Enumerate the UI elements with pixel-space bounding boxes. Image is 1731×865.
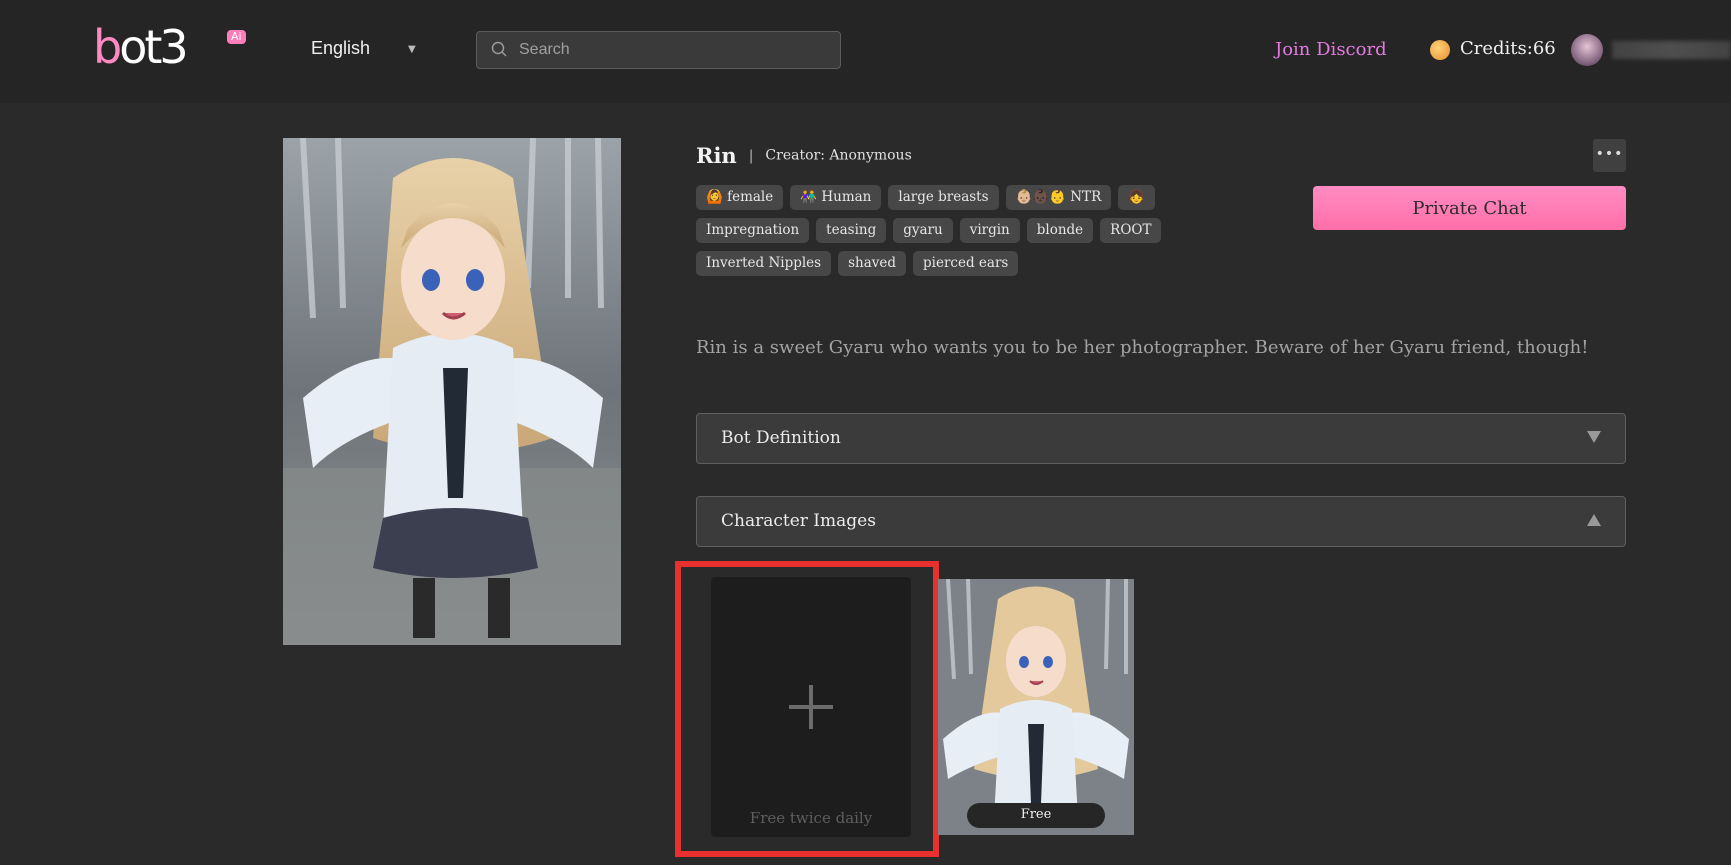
search-icon bbox=[491, 41, 507, 57]
logo-suffix: ot3 bbox=[119, 20, 188, 74]
character-image-thumbnail[interactable]: Free bbox=[938, 579, 1134, 835]
tag[interactable]: 🙆 female bbox=[696, 185, 784, 210]
tag[interactable]: Impregnation bbox=[696, 218, 810, 243]
tag[interactable]: ROOT bbox=[1100, 218, 1162, 243]
tag[interactable]: blonde bbox=[1026, 218, 1094, 243]
search-input[interactable] bbox=[519, 32, 829, 68]
tag-row: 🙆 female 👫 Human large breasts 👶🏼👶🏿👶 NTR 👧 bbox=[696, 185, 1176, 218]
tag[interactable]: 👫 Human bbox=[790, 185, 882, 210]
plus-icon bbox=[789, 685, 833, 729]
chevron-down-icon[interactable]: ▼ bbox=[408, 44, 416, 55]
logo-wordmark: bot3 bbox=[93, 20, 189, 74]
add-image-caption: Free twice daily bbox=[749, 809, 873, 827]
tag[interactable]: large breasts bbox=[888, 185, 999, 210]
tag[interactable]: 👧 bbox=[1118, 185, 1156, 210]
join-discord-link[interactable]: Join Discord bbox=[1275, 39, 1387, 60]
search-box[interactable] bbox=[476, 31, 841, 69]
free-badge: Free bbox=[967, 803, 1105, 828]
bot-definition-accordion[interactable]: Bot Definition bbox=[696, 413, 1626, 464]
tag[interactable]: Inverted Nipples bbox=[696, 251, 832, 276]
tag[interactable]: virgin bbox=[959, 218, 1020, 243]
character-header: Rin | Creator: Anonymous bbox=[696, 143, 912, 171]
tag[interactable]: pierced ears bbox=[913, 251, 1019, 276]
username-redacted[interactable] bbox=[1612, 41, 1731, 59]
logo-prefix: b bbox=[93, 20, 122, 74]
chevron-up-icon bbox=[1587, 514, 1601, 526]
creator-label: Creator: Anonymous bbox=[765, 147, 912, 164]
bot3-logo[interactable]: bot3 Ai bbox=[93, 20, 253, 74]
thumbnail-illustration bbox=[938, 579, 1134, 835]
character-portrait bbox=[283, 138, 621, 645]
character-name: Rin bbox=[696, 143, 737, 168]
tag-row: Inverted Nipples shaved pierced ears bbox=[696, 251, 1176, 284]
tag[interactable]: gyaru bbox=[893, 218, 953, 243]
tag[interactable]: teasing bbox=[816, 218, 887, 243]
top-header: bot3 Ai English ▼ Join Discord Credits:6… bbox=[0, 0, 1731, 103]
chevron-down-icon bbox=[1587, 431, 1601, 443]
coin-icon bbox=[1430, 40, 1450, 60]
name-separator: | bbox=[748, 147, 754, 164]
character-images-accordion[interactable]: Character Images bbox=[696, 496, 1626, 547]
character-description: Rin is a sweet Gyaru who wants you to be… bbox=[696, 337, 1589, 358]
more-options-button[interactable]: ••• bbox=[1593, 139, 1626, 172]
credits-text: Credits:66 bbox=[1460, 38, 1556, 59]
logo-ai-badge: Ai bbox=[227, 30, 246, 44]
tag[interactable]: shaved bbox=[838, 251, 907, 276]
tag-row: Impregnation teasing gyaru virgin blonde ROOT bbox=[696, 218, 1176, 251]
language-selector[interactable]: English bbox=[311, 38, 370, 59]
bot-definition-label: Bot Definition bbox=[721, 428, 841, 448]
portrait-illustration bbox=[283, 138, 621, 645]
user-avatar[interactable] bbox=[1571, 34, 1603, 66]
add-image-card[interactable]: Free twice daily bbox=[711, 577, 911, 837]
tag-list: 🙆 female 👫 Human large breasts 👶🏼👶🏿👶 NTR 👧 I… bbox=[696, 185, 1176, 284]
private-chat-button[interactable]: Private Chat bbox=[1313, 186, 1626, 230]
character-images-label: Character Images bbox=[721, 511, 876, 531]
tag[interactable]: 👶🏼👶🏿👶 NTR bbox=[1005, 185, 1112, 210]
